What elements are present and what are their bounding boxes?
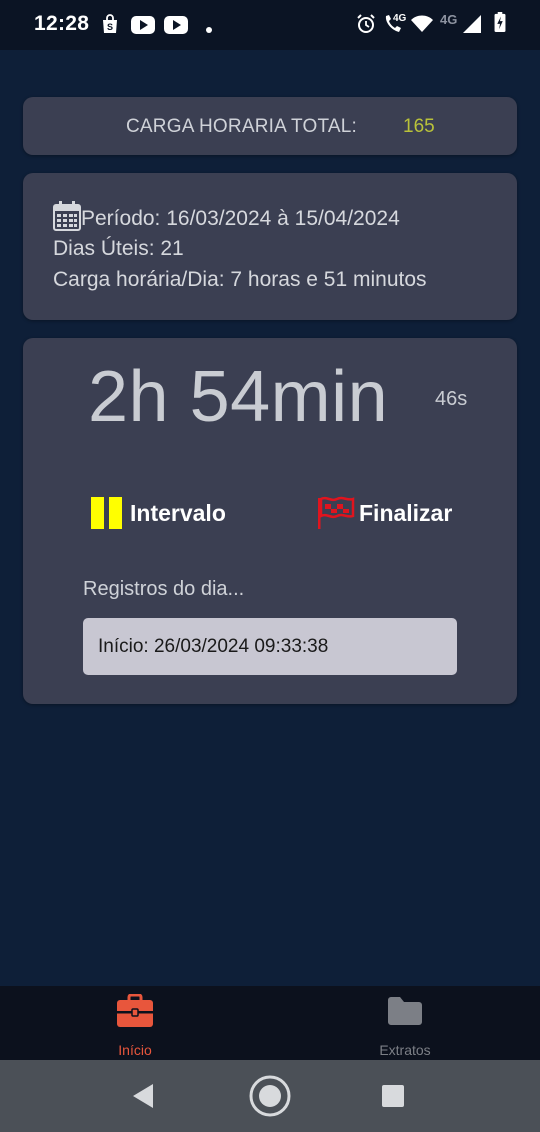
nav-label-inicio: Início [118,1042,152,1058]
business-days: Dias Úteis: 21 [53,237,184,260]
nav-item-inicio[interactable]: Início [75,986,195,1060]
shopping-bag-icon: S [103,14,117,33]
bottom-navigation: Início Extratos [0,986,540,1060]
network-type-label: 4G [393,13,407,24]
pause-button[interactable]: Intervalo [90,496,226,530]
home-icon[interactable] [248,1074,292,1118]
elapsed-seconds: 46s [435,388,468,410]
record-item-text: Início: 26/03/2024 09:33:38 [98,636,329,657]
pause-button-label: Intervalo [130,499,226,526]
svg-text:S: S [107,22,113,32]
recents-icon[interactable] [382,1085,404,1107]
briefcase-icon [117,994,153,1027]
wifi-icon [411,15,433,32]
nav-item-extratos[interactable]: Extratos [345,986,465,1060]
signal-icon [463,15,481,33]
total-hours-value: 165 [403,116,435,137]
network-type-label-2: 4G [440,12,458,27]
alarm-icon [357,14,375,33]
total-hours-label: CARGA HORARIA TOTAL: [126,116,358,137]
flag-icon [318,496,355,529]
folder-icon [388,997,422,1025]
daily-hours: Carga horária/Dia: 7 horas e 51 minutos [53,268,427,291]
timer-card: 2h 54min 46s Intervalo Finalizar Registr… [23,338,517,704]
pause-icon [91,497,122,529]
elapsed-time: 2h 54min [88,357,389,437]
record-item: Início: 26/03/2024 09:33:38 [83,618,457,675]
finish-button-label: Finalizar [359,499,453,526]
status-bar: 12:28 S 4G 4G [0,0,540,50]
total-hours-card: CARGA HORARIA TOTAL: 165 [23,97,517,155]
youtube-icon [131,16,155,34]
youtube-icon [164,16,188,34]
period-card: Período: 16/03/2024 à 15/04/2024 Dias Út… [23,173,517,320]
period-range: Período: 16/03/2024 à 15/04/2024 [81,207,400,230]
notification-dot-icon [206,27,212,33]
system-navigation-bar [0,1060,540,1132]
back-icon[interactable] [131,1083,155,1109]
daily-records-label: Registros do dia... [83,578,245,600]
finish-button[interactable]: Finalizar [317,496,452,530]
nav-label-extratos: Extratos [379,1042,431,1058]
battery-charging-icon [494,12,506,32]
status-time: 12:28 [34,12,90,35]
calendar-icon [53,201,81,231]
